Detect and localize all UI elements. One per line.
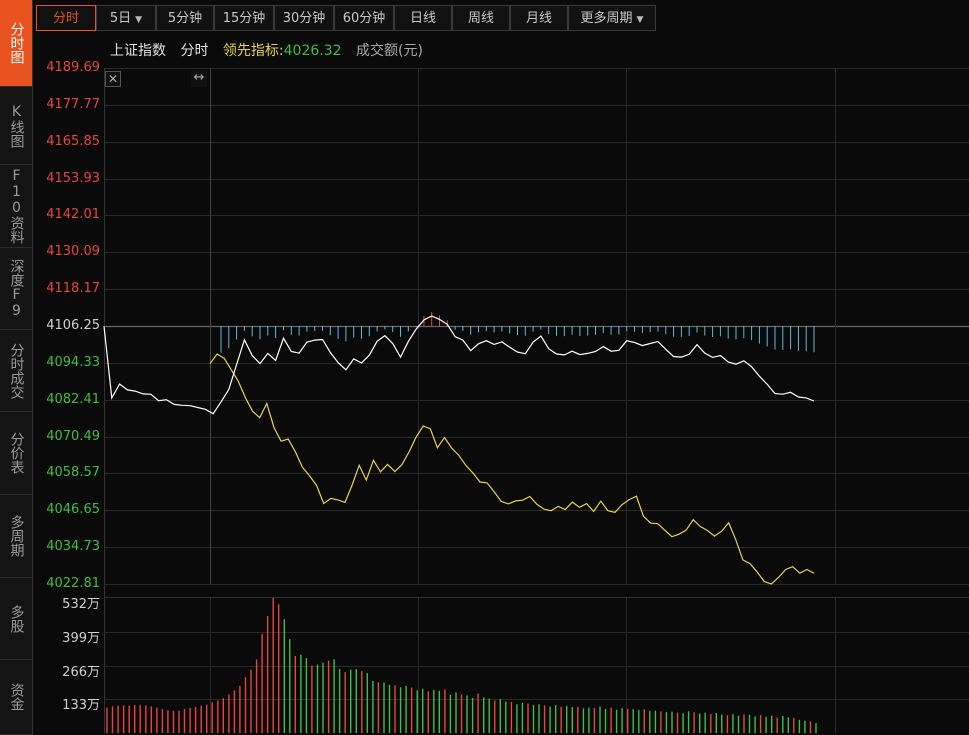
period-button-7[interactable]: 周线 — [452, 5, 510, 31]
volume-tick-label: 532万 — [62, 597, 100, 612]
volume-tick-label: 266万 — [62, 664, 100, 680]
caret-down-icon: ▼ — [135, 15, 143, 25]
sidebar: 分时图 K线图 F10资料 深度F9 分时成交 分价表 多周期 多股 资金 — [0, 0, 33, 735]
period-button-2[interactable]: 5分钟 — [156, 5, 214, 31]
price-tick-label: 4082.41 — [46, 391, 100, 407]
chart-canvas — [103, 68, 969, 733]
period-button-label: 月线 — [525, 11, 552, 26]
period-button-6[interactable]: 日线 — [394, 5, 452, 31]
sidebar-tab-7[interactable]: 多股 — [0, 578, 32, 660]
price-tick-label: 4094.33 — [46, 354, 100, 370]
period-button-label: 15分钟 — [222, 11, 266, 26]
sidebar-tab-0[interactable]: 分时图 — [0, 0, 32, 87]
period-button-1[interactable]: 5日 ▼ — [96, 5, 156, 31]
period-button-label: 周线 — [467, 11, 494, 26]
period-button-8[interactable]: 月线 — [510, 5, 568, 31]
price-tick-label: 4189.69 — [46, 60, 100, 75]
period-button-0[interactable]: 分时 — [36, 5, 96, 31]
period-button-label: 更多周期 — [580, 11, 633, 26]
period-button-3[interactable]: 15分钟 — [214, 5, 274, 31]
price-tick-label: 4034.73 — [46, 539, 100, 555]
price-tick-label: 4046.65 — [46, 502, 100, 518]
period-button-label: 日线 — [409, 11, 436, 26]
price-tick-label: 4130.09 — [46, 244, 100, 260]
volume-bars — [106, 598, 817, 733]
price-tick-label: 4058.57 — [46, 465, 100, 481]
price-tick-label: 4070.49 — [46, 428, 100, 444]
index-name: 上证指数 — [110, 43, 166, 59]
sidebar-tab-4[interactable]: 分时成交 — [0, 330, 32, 412]
sidebar-tab-2[interactable]: F10资料 — [0, 165, 32, 248]
close-icon[interactable]: ✕ — [105, 71, 121, 87]
timeshare-bars — [220, 312, 815, 353]
period-button-5[interactable]: 60分钟 — [334, 5, 394, 31]
chart-grid — [104, 68, 969, 733]
period-button-label: 60分钟 — [342, 11, 386, 26]
chart-info-bar: 上证指数 分时 领先指标:4026.32 成交额(元) — [110, 40, 433, 59]
period-button-label: 分时 — [52, 11, 79, 26]
resize-icon[interactable]: ↔ — [191, 71, 207, 87]
volume-label: 成交额(元) — [355, 43, 423, 59]
period-button-4[interactable]: 30分钟 — [274, 5, 334, 31]
leading-label: 领先指标: — [222, 43, 284, 59]
leading-indicator: 领先指标:4026.32 — [223, 43, 346, 59]
period-button-label: 5分钟 — [167, 11, 203, 26]
leading-value: 4026.32 — [283, 43, 342, 59]
sidebar-tab-1[interactable]: K线图 — [0, 87, 32, 165]
sidebar-tab-8[interactable]: 资金 — [0, 660, 32, 735]
period-button-9[interactable]: 更多周期 ▼ — [568, 5, 656, 31]
sidebar-tab-5[interactable]: 分价表 — [0, 412, 32, 495]
sidebar-tab-6[interactable]: 多周期 — [0, 495, 32, 578]
price-tick-label: 4142.01 — [46, 207, 100, 223]
price-tick-label: 4177.77 — [46, 96, 100, 112]
volume-tick-label: 399万 — [62, 630, 100, 646]
price-tick-label: 4118.17 — [46, 281, 100, 297]
price-tick-label: 4106.25 — [46, 318, 100, 333]
price-tick-label: 4165.85 — [46, 133, 100, 149]
period-button-label: 5日 — [109, 11, 132, 26]
sidebar-tab-3[interactable]: 深度F9 — [0, 248, 32, 330]
volume-tick-label: 133万 — [62, 698, 100, 714]
caret-down-icon: ▼ — [636, 15, 644, 25]
price-tick-label: 4022.81 — [46, 576, 100, 591]
leading-indicator-line — [209, 353, 815, 585]
mode-label: 分时 — [180, 43, 209, 59]
period-button-label: 30分钟 — [282, 11, 326, 26]
price-tick-label: 4153.93 — [46, 170, 100, 186]
